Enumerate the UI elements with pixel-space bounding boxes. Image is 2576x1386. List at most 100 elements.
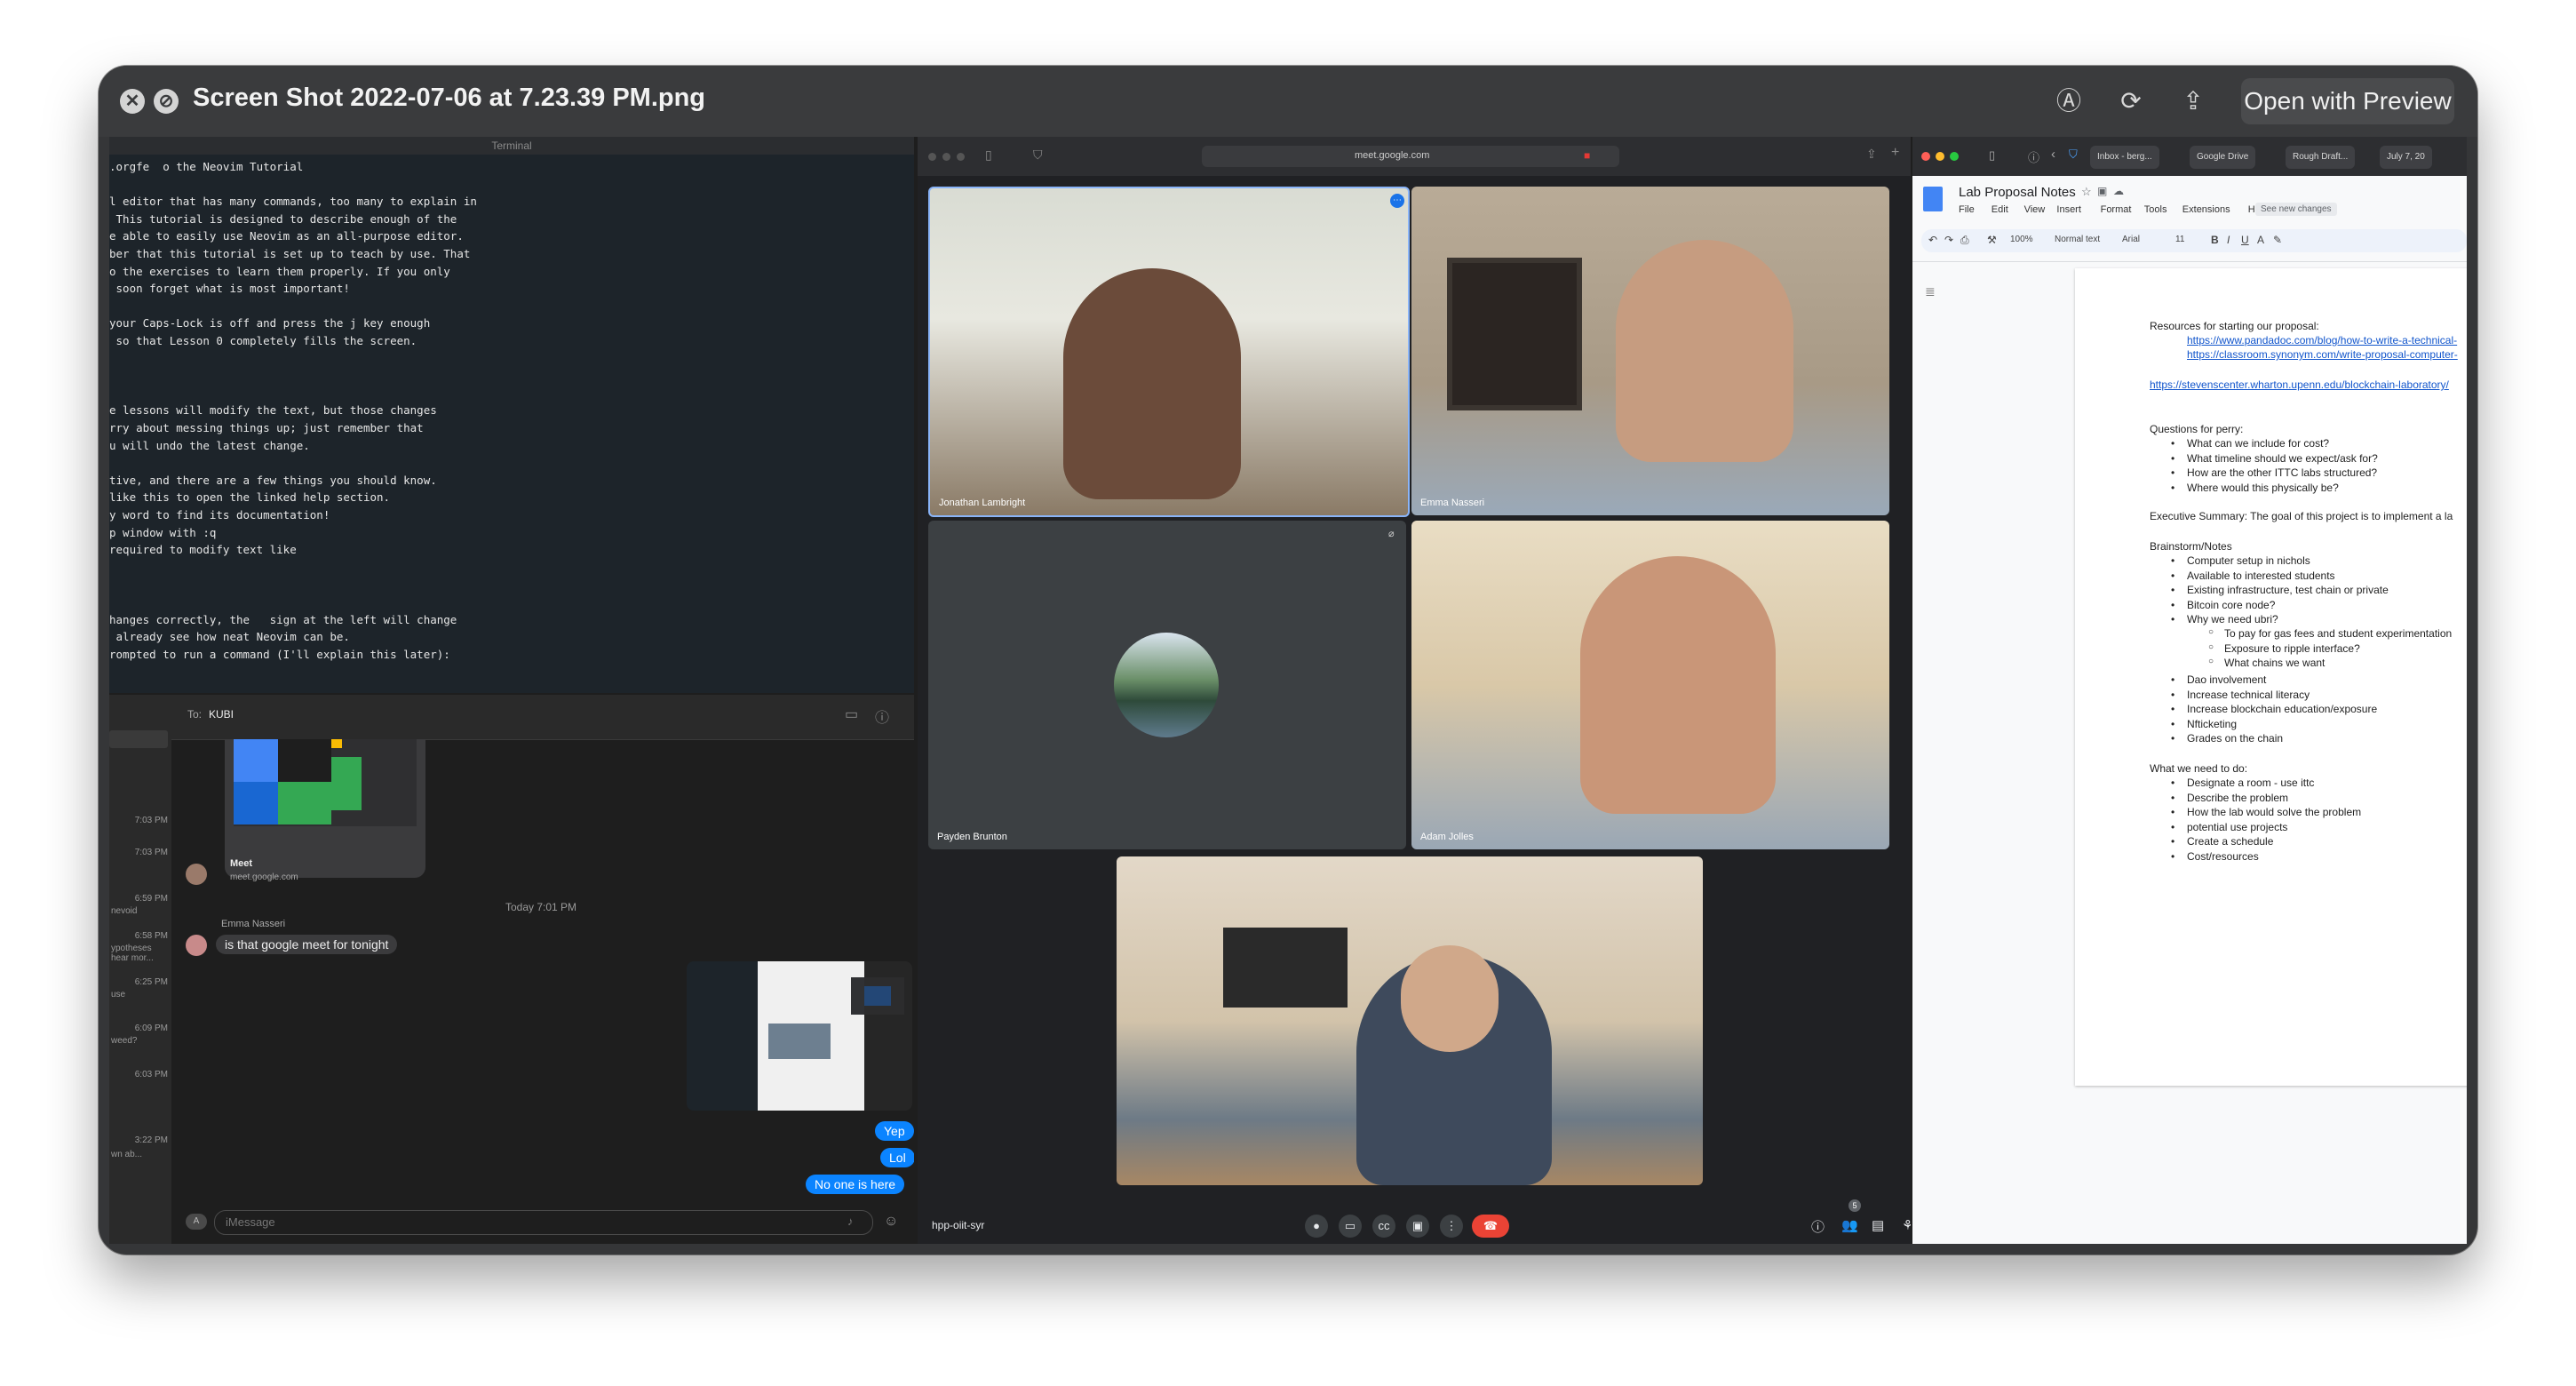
recipient-name[interactable]: KUBI — [209, 708, 234, 721]
share-icon[interactable]: ⇪ — [1866, 147, 1877, 162]
docs-menu-item[interactable]: File — [1959, 204, 1975, 215]
leave-call-button[interactable]: ☎ — [1472, 1215, 1509, 1238]
address-bar[interactable]: meet.google.com ■ — [1202, 146, 1619, 167]
activities-icon[interactable]: ⚘ — [1902, 1217, 1911, 1233]
message-input[interactable]: iMessage ♪ — [214, 1210, 873, 1235]
back-icon[interactable]: ‹ — [2051, 147, 2055, 162]
sent-message[interactable]: No one is here — [806, 1175, 905, 1194]
shield-icon[interactable]: ⛉ — [2069, 147, 2078, 162]
conversation-time[interactable]: 6:25 PM — [109, 977, 168, 987]
doc-link[interactable]: https://classroom.synonym.com/write-prop… — [2187, 348, 2458, 361]
doc-link[interactable]: https://stevenscenter.wharton.upenn.edu/… — [2150, 378, 2449, 391]
share-icon[interactable]: ⇪ — [2175, 84, 2211, 119]
conversation-time[interactable]: 7:03 PM — [109, 848, 168, 857]
docs-menu-item[interactable]: Format — [2101, 204, 2132, 215]
docs-logo-icon[interactable] — [1923, 187, 1943, 211]
docs-menu-item[interactable]: Extensions — [2182, 204, 2230, 215]
text-color-icon[interactable]: A — [2257, 234, 2264, 246]
meeting-details-icon[interactable]: ⓘ — [1811, 1217, 1825, 1236]
sent-message[interactable]: Yep — [875, 1121, 914, 1141]
terminal-line: This tutorial is designed to describe en… — [109, 211, 457, 226]
conversation-time[interactable]: 7:03 PM — [109, 816, 168, 825]
participant-tile[interactable]: Emma Nasseri — [1411, 187, 1889, 515]
paint-format-icon[interactable]: ⚒ — [1987, 234, 1997, 246]
terminal-line: u will undo the latest change. — [109, 438, 310, 452]
image-attachment[interactable] — [687, 961, 912, 1111]
conversation-time[interactable]: 6:09 PM — [109, 1024, 168, 1033]
participant-tile[interactable]: Adam Jolles — [1411, 521, 1889, 849]
font-select[interactable]: Arial — [2122, 235, 2140, 244]
print-icon[interactable]: ⎙ — [1960, 234, 1969, 247]
star-icon[interactable]: ☆ — [2081, 185, 2092, 199]
tab-inbox[interactable]: Inbox - berg... — [2090, 146, 2159, 169]
doc-link[interactable]: https://www.pandadoc.com/blog/how-to-wri… — [2187, 334, 2457, 346]
move-icon[interactable]: ▣ — [2097, 185, 2107, 197]
docs-menu-item[interactable]: Edit — [1992, 204, 2008, 215]
conversation-time[interactable]: 6:03 PM — [109, 1070, 168, 1079]
markup-icon[interactable]: ⊘ — [154, 89, 179, 114]
bold-icon[interactable]: B — [2211, 234, 2219, 246]
tab-july[interactable]: July 7, 20 — [2380, 146, 2432, 169]
document-page[interactable]: Resources for starting our proposal: htt… — [2075, 268, 2467, 1086]
terminal-line: l editor that has many commands, too man… — [109, 195, 477, 209]
sidebar-icon[interactable]: ▯ — [1989, 148, 1995, 163]
redo-icon[interactable]: ↷ — [1944, 234, 1953, 246]
list-item: Existing infrastructure, test chain or p… — [2171, 584, 2389, 596]
sidebar-icon[interactable]: ▯ — [985, 147, 992, 163]
markup-pen-icon[interactable]: Ⓐ — [2051, 84, 2087, 119]
shield-icon[interactable]: ⛉ — [1033, 147, 1043, 163]
camera-icon[interactable]: ▭ — [1339, 1215, 1362, 1238]
list-item: How the lab would solve the problem — [2171, 806, 2361, 818]
rotate-icon[interactable]: ⟳ — [2113, 84, 2149, 119]
cloud-status-icon: ☁ — [2113, 185, 2124, 197]
see-new-changes-button[interactable]: See new changes — [2255, 203, 2337, 216]
docs-menu-item[interactable]: Insert — [2056, 204, 2081, 215]
participant-tile[interactable]: ⌀ Payden Brunton — [928, 521, 1406, 849]
brainstorm-heading: Brainstorm/Notes — [2150, 540, 2232, 553]
tab-rough-draft[interactable]: Rough Draft... — [2286, 146, 2356, 169]
captions-icon[interactable]: cc — [1372, 1215, 1395, 1238]
people-icon[interactable]: 👥 — [1841, 1217, 1858, 1233]
sent-message[interactable]: Lol — [880, 1148, 914, 1167]
style-select[interactable]: Normal text — [2055, 235, 2100, 244]
avatar — [186, 935, 207, 956]
chat-icon[interactable]: ▤ — [1872, 1217, 1884, 1233]
underline-icon[interactable]: U — [2241, 234, 2249, 246]
more-options-icon[interactable]: ⋯ — [1390, 194, 1404, 208]
conversation-time[interactable]: 3:22 PM — [109, 1135, 168, 1145]
message-placeholder: iMessage — [226, 1215, 275, 1229]
received-message[interactable]: is that google meet for tonight — [216, 935, 398, 954]
participant-tile[interactable] — [1117, 856, 1703, 1185]
close-icon[interactable]: ✕ — [120, 89, 145, 114]
italic-icon[interactable]: I — [2227, 234, 2230, 246]
docs-menu-item[interactable]: View — [2024, 204, 2046, 215]
present-icon[interactable]: ▣ — [1406, 1215, 1429, 1238]
doc-title[interactable]: Lab Proposal Notes — [1959, 185, 2076, 200]
undo-icon[interactable]: ↶ — [1928, 234, 1937, 246]
video-call-icon[interactable]: ▭ — [845, 705, 858, 723]
list-item: What timeline should we expect/ask for? — [2171, 452, 2378, 465]
search-field[interactable] — [109, 730, 168, 748]
questions-heading: Questions for perry: — [2150, 423, 2244, 435]
list-item: Where would this physically be? — [2171, 482, 2339, 494]
info-icon[interactable]: ⓘ — [875, 705, 889, 727]
emoji-icon[interactable]: ☺ — [884, 1214, 898, 1230]
conversation-time[interactable]: 6:59 PM — [109, 894, 168, 904]
new-tab-icon[interactable]: + — [1891, 145, 1899, 161]
participant-tile[interactable]: ⋯ Jonathan Lambright — [928, 187, 1410, 517]
open-with-preview-button[interactable]: Open with Preview — [2241, 78, 2454, 124]
link-preview-card[interactable]: Meet meet.google.com — [225, 739, 425, 882]
zoom-select[interactable]: 100% — [2010, 235, 2033, 244]
conversation-time[interactable]: 6:58 PM — [109, 931, 168, 941]
info-icon[interactable]: ⓘ — [2028, 148, 2039, 165]
tab-google-drive[interactable]: Google Drive — [2190, 146, 2256, 169]
outline-icon[interactable]: ≣ — [1925, 284, 1936, 299]
docs-menu-item[interactable]: Tools — [2144, 204, 2167, 215]
docs-toolbar: ↶ ↷ ⎙ ⚒ 100% Normal text Arial 11 B I U … — [1921, 229, 2467, 252]
audio-icon[interactable]: ♪ — [847, 1215, 854, 1228]
app-store-icon[interactable]: A — [186, 1214, 207, 1230]
more-options-icon[interactable]: ⋮ — [1440, 1215, 1463, 1238]
font-size-field[interactable]: 11 — [2175, 235, 2184, 244]
microphone-icon[interactable]: ● — [1305, 1215, 1328, 1238]
highlight-icon[interactable]: ✎ — [2273, 234, 2282, 246]
